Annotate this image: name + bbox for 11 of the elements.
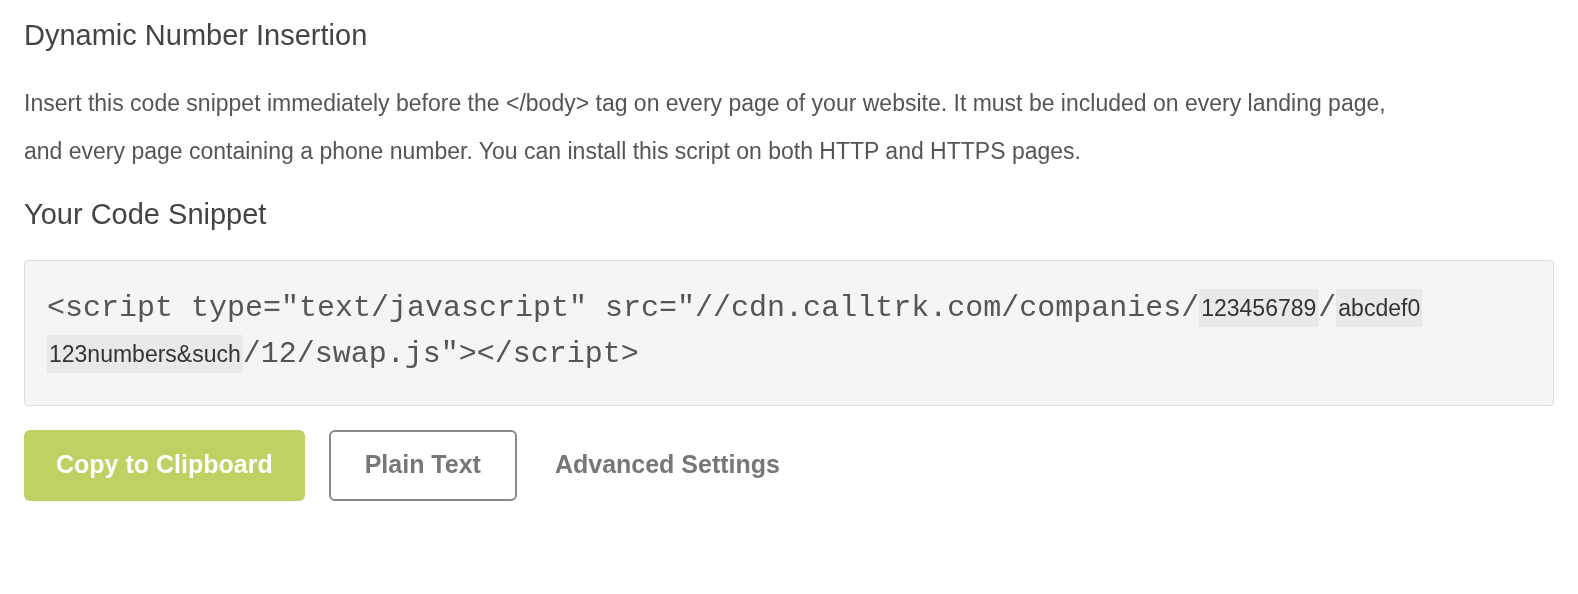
page-title: Dynamic Number Insertion <box>24 18 369 53</box>
settings-link[interactable]: Advanced Settings <box>540 429 794 501</box>
code-text: /12/swap.js"></script> <box>242 336 639 371</box>
placeholder-field: 123456789 <box>1199 288 1319 328</box>
section-heading: Your Code Snippet <box>24 196 268 232</box>
plain-text-button[interactable]: Plain Text <box>328 429 517 501</box>
code-text: / <box>1318 290 1337 325</box>
code-text: <script type="text/javascript" src="//cdn.calltrk.com/companies/ <box>47 290 1200 325</box>
placeholder-field: 123numbers&such <box>47 334 243 374</box>
placeholder-field: abcdef0 <box>1336 288 1423 328</box>
description-text: Insert this code snippet immediately before the </body> tag on every page of your website. It must be included on every landing page, and every page containing a phone number. You can install this script on both HTTP and HTTPS pages. <box>24 88 1387 166</box>
